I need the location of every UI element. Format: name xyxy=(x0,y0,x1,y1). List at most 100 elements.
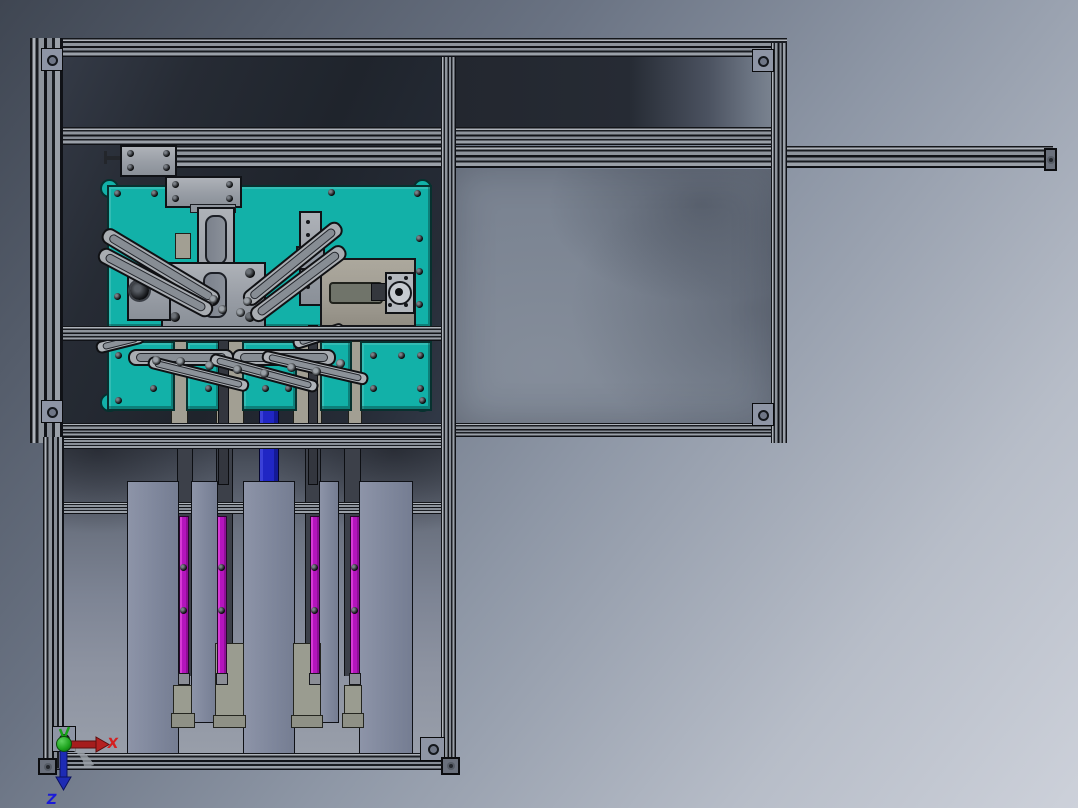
strip-foot xyxy=(178,673,190,685)
strip-foot xyxy=(216,673,228,685)
screw xyxy=(127,164,134,171)
triad-shadow xyxy=(72,747,94,768)
locator-strip-magenta[interactable] xyxy=(350,516,360,676)
screw xyxy=(417,352,424,359)
flange-bore xyxy=(395,288,403,296)
screw xyxy=(417,385,424,392)
screw xyxy=(218,607,225,614)
screw xyxy=(370,385,377,392)
corner-bracket xyxy=(41,48,63,71)
tooling-column[interactable] xyxy=(359,481,413,760)
upper-cross-rail[interactable] xyxy=(63,127,771,145)
mid-cross-rail[interactable] xyxy=(30,326,446,341)
pivot xyxy=(260,369,269,378)
tooling-column[interactable] xyxy=(243,481,295,760)
hole xyxy=(306,220,310,224)
screw xyxy=(205,385,212,392)
hole xyxy=(388,276,392,280)
screw xyxy=(180,607,187,614)
screw xyxy=(416,301,423,308)
corner-bracket xyxy=(752,403,774,426)
screw xyxy=(150,385,157,392)
screw xyxy=(115,397,122,404)
foot-step xyxy=(213,715,246,728)
extrusion-endcap xyxy=(441,757,460,775)
actuator-rail-endcap xyxy=(1044,148,1057,171)
strip-foot xyxy=(309,673,321,685)
cad-viewport: X Z xyxy=(0,0,1078,808)
lower-frame-top-rail[interactable] xyxy=(43,437,456,449)
screw xyxy=(311,607,318,614)
frame-right-upright[interactable] xyxy=(771,43,787,443)
pivot xyxy=(176,357,185,366)
origin-triad-icon: X Z xyxy=(45,726,119,808)
screw xyxy=(180,564,187,571)
corner-bracket xyxy=(752,49,774,72)
pivot xyxy=(236,308,245,317)
tooling-column[interactable] xyxy=(191,481,218,723)
hole xyxy=(404,276,408,280)
foot-block xyxy=(344,685,362,715)
screw xyxy=(114,293,121,300)
foot-step xyxy=(342,713,364,728)
screw xyxy=(127,150,134,157)
corner-bracket xyxy=(41,400,63,423)
screw xyxy=(151,190,158,197)
screw xyxy=(351,564,358,571)
back-panel-top-band xyxy=(456,57,771,127)
origin-ball xyxy=(56,736,72,752)
screw xyxy=(328,189,335,196)
screw xyxy=(398,352,405,359)
pivot xyxy=(336,359,345,368)
screw xyxy=(172,181,179,188)
screw xyxy=(163,150,170,157)
screw xyxy=(370,352,377,359)
tooling-column[interactable] xyxy=(319,481,339,723)
pivot xyxy=(243,297,252,306)
screw xyxy=(351,607,358,614)
linear-actuator-rail[interactable] xyxy=(173,146,1053,168)
strip-foot xyxy=(349,673,361,685)
screw xyxy=(416,235,423,242)
screw xyxy=(115,352,122,359)
locator-strip-magenta[interactable] xyxy=(179,516,189,676)
screw xyxy=(163,164,170,171)
pivot xyxy=(209,295,218,304)
pivot xyxy=(205,361,214,370)
bracket-slot xyxy=(205,215,227,265)
pivot xyxy=(312,367,321,376)
screw xyxy=(172,195,179,202)
frame-left-upright[interactable] xyxy=(30,38,63,443)
motor-pin-tip xyxy=(104,151,107,164)
pivot xyxy=(152,356,161,365)
axis-z-arrow xyxy=(55,750,72,792)
screw xyxy=(170,312,180,322)
frame-middle-upright[interactable] xyxy=(441,57,456,768)
screw xyxy=(262,385,269,392)
back-panel-medium xyxy=(456,169,771,423)
locator-strip-magenta[interactable] xyxy=(217,516,227,676)
pivot xyxy=(287,363,296,372)
locator-strip-magenta[interactable] xyxy=(310,516,320,676)
axis-z-label: Z xyxy=(45,792,57,808)
screw xyxy=(245,268,255,278)
left-locator-tab xyxy=(175,233,191,259)
screw xyxy=(419,397,426,404)
screw xyxy=(226,195,233,202)
axis-x-label: X xyxy=(106,736,119,752)
motor-pin xyxy=(106,156,120,160)
foot-block xyxy=(173,685,192,715)
pivot xyxy=(218,305,227,314)
screw xyxy=(414,190,421,197)
hole xyxy=(306,233,310,237)
screw xyxy=(226,181,233,188)
screw xyxy=(114,190,121,197)
hole xyxy=(388,303,392,307)
screw xyxy=(311,564,318,571)
frame-bottom-rail[interactable] xyxy=(30,423,787,437)
frame-top-rail[interactable] xyxy=(30,38,787,57)
foot-step xyxy=(291,715,323,728)
screw xyxy=(416,268,423,275)
foot-step xyxy=(171,713,195,728)
pivot xyxy=(233,365,242,374)
